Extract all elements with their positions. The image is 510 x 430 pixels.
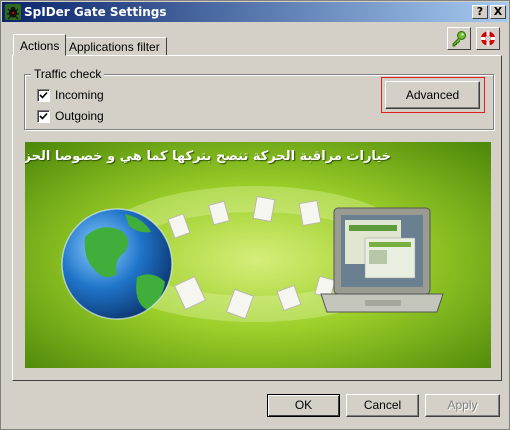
outgoing-label: Outgoing bbox=[55, 109, 104, 123]
lifebuoy-icon bbox=[481, 31, 495, 46]
help-button[interactable] bbox=[476, 27, 500, 50]
incoming-label: Incoming bbox=[55, 88, 104, 102]
checkmark-icon bbox=[39, 112, 48, 120]
outgoing-checkbox[interactable] bbox=[37, 109, 50, 123]
banner-illustration bbox=[25, 142, 491, 368]
tab-applications-filter[interactable]: Applications filter bbox=[62, 37, 167, 56]
incoming-checkbox[interactable] bbox=[37, 88, 50, 102]
laptop-icon bbox=[320, 207, 444, 313]
checkmark-icon bbox=[39, 91, 48, 99]
apply-button[interactable]: Apply bbox=[425, 394, 500, 417]
globe-icon bbox=[61, 208, 173, 320]
help-title-button[interactable]: ? bbox=[472, 5, 488, 19]
banner-caption: خيارات مراقبة الحركة تنصح بتركها كما هي … bbox=[25, 149, 391, 164]
key-button[interactable] bbox=[447, 27, 471, 50]
key-icon bbox=[452, 31, 466, 47]
tab-actions-label: Actions bbox=[20, 39, 60, 53]
tab-applications-filter-label: Applications filter bbox=[69, 40, 160, 54]
tab-actions[interactable]: Actions bbox=[13, 34, 67, 56]
settings-window: SpIDer Gate Settings ? X Actions Applica… bbox=[0, 0, 510, 430]
window-title: SpIDer Gate Settings bbox=[24, 5, 167, 19]
incoming-checkbox-row[interactable]: Incoming bbox=[37, 88, 104, 102]
close-title-button[interactable]: X bbox=[490, 5, 506, 19]
advanced-button[interactable]: Advanced bbox=[385, 81, 480, 109]
spider-app-icon bbox=[5, 4, 21, 20]
cancel-button[interactable]: Cancel bbox=[346, 394, 419, 417]
traffic-check-label: Traffic check bbox=[31, 67, 105, 81]
outgoing-checkbox-row[interactable]: Outgoing bbox=[37, 109, 104, 123]
traffic-banner-image: خيارات مراقبة الحركة تنصح بتركها كما هي … bbox=[25, 142, 491, 368]
ok-button[interactable]: OK bbox=[267, 394, 340, 417]
title-bar[interactable]: SpIDer Gate Settings ? X bbox=[2, 2, 508, 22]
